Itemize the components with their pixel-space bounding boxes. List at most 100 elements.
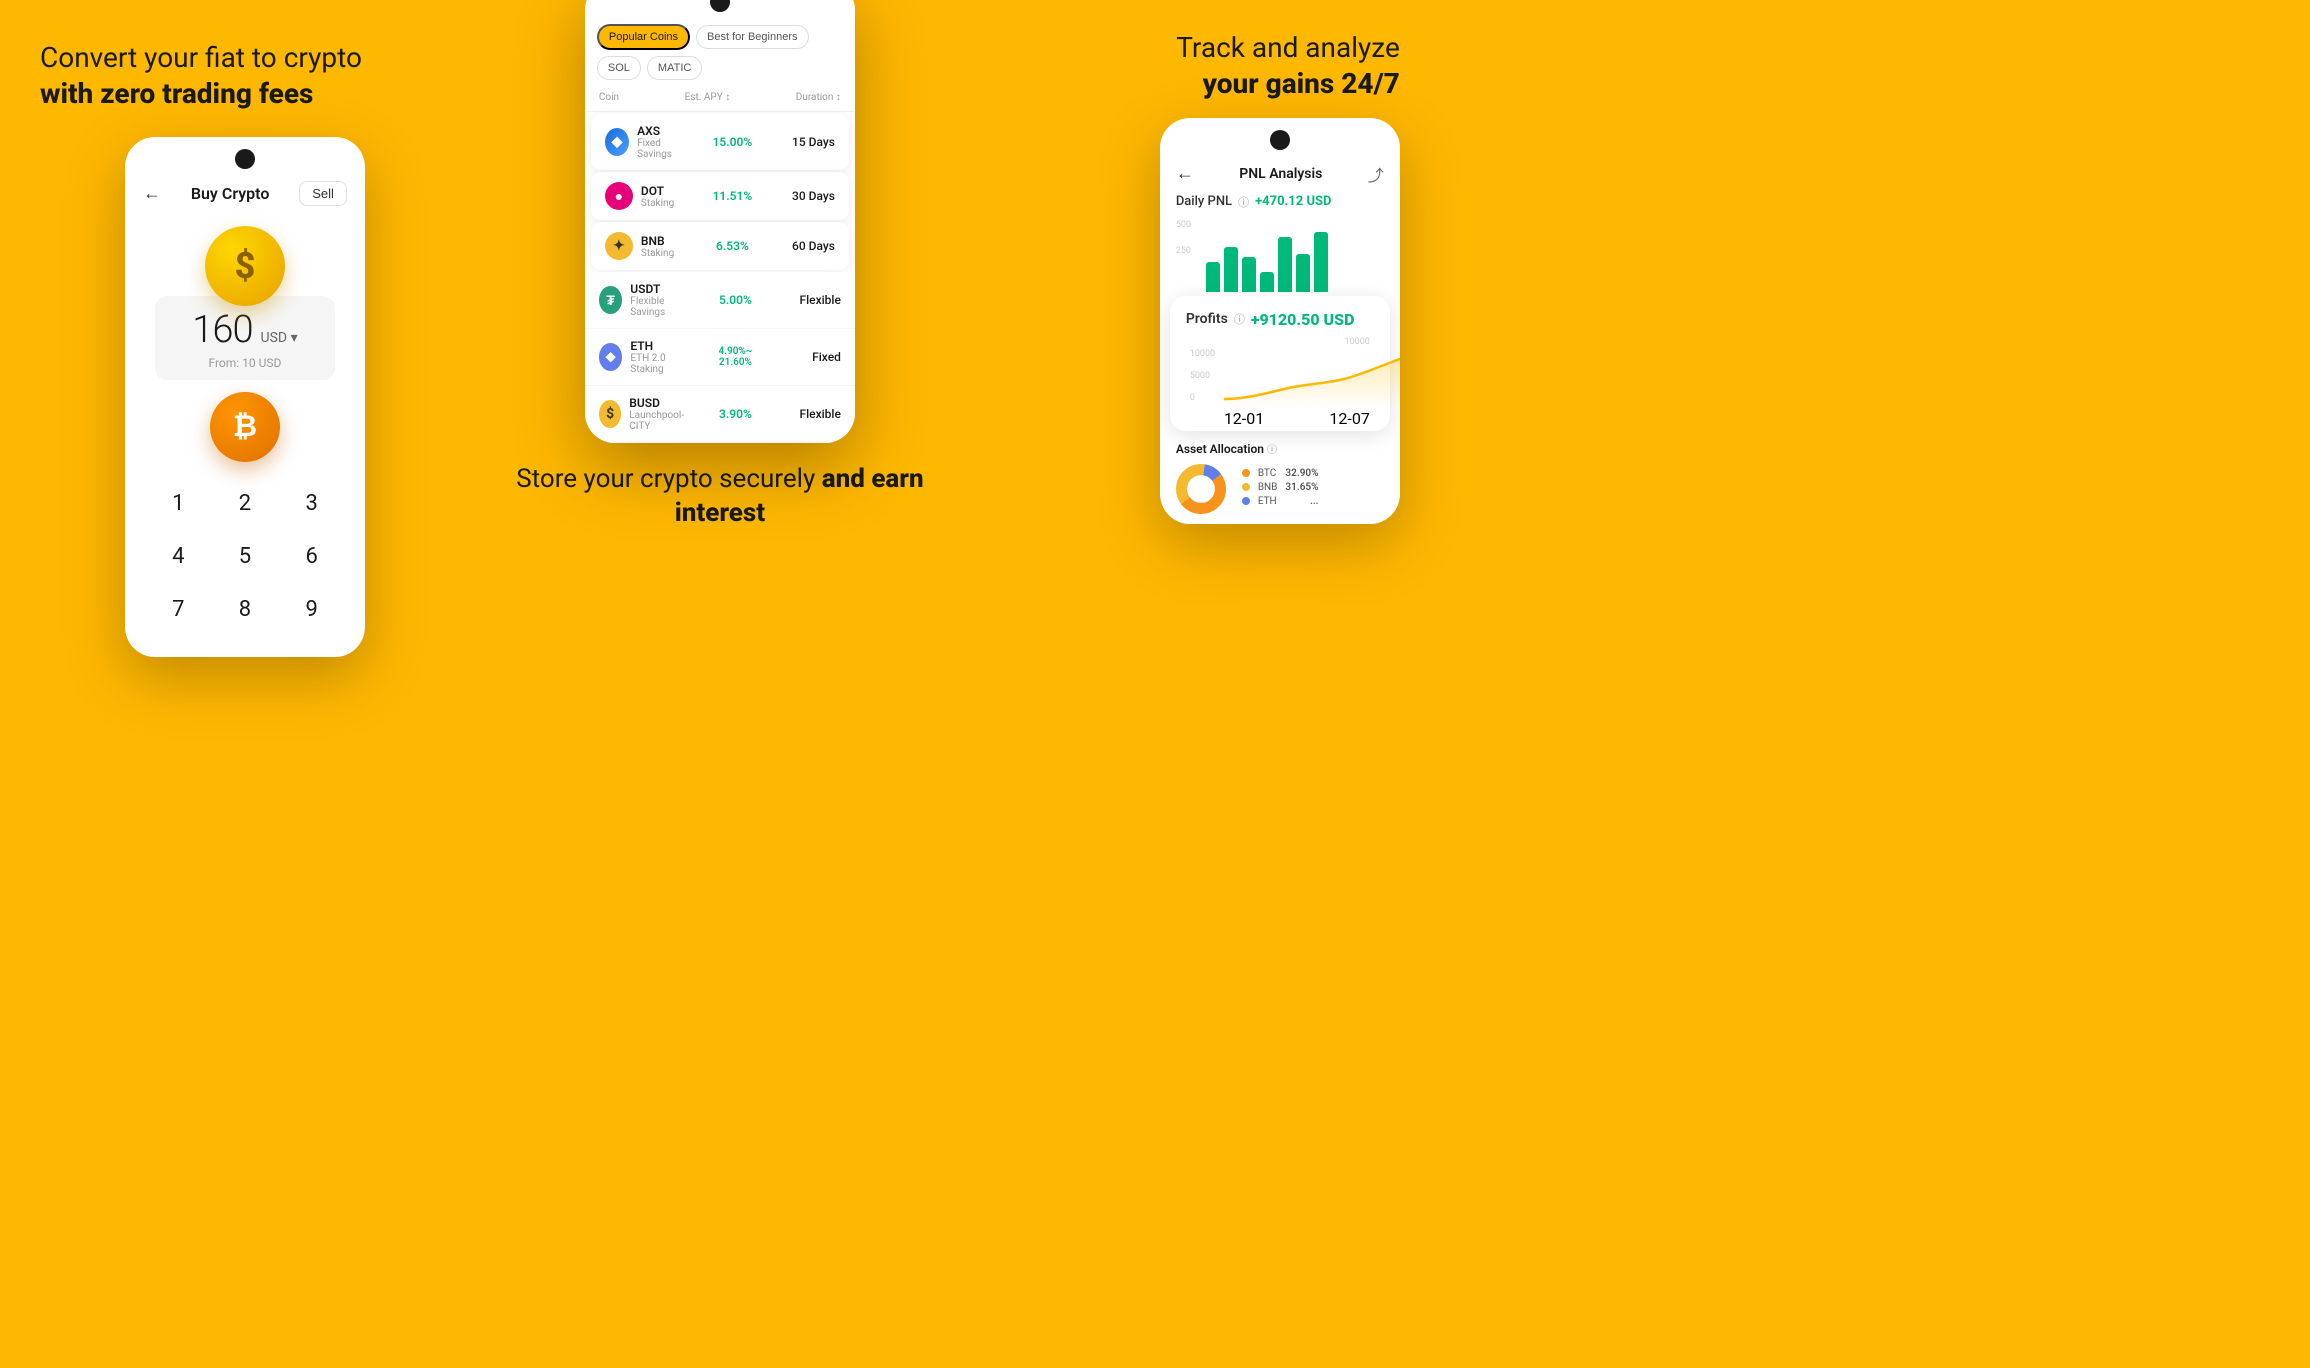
- busd-type: Launchpool-CITY: [629, 410, 690, 432]
- filter-tab-popular[interactable]: Popular Coins: [597, 24, 690, 50]
- right-section: Track and analyze your gains 24/7 ← PNL …: [960, 0, 1440, 855]
- profits-value: +9120.50 USD: [1251, 310, 1355, 329]
- daily-pnl-label: Daily PNL: [1176, 194, 1232, 209]
- key-2[interactable]: 2: [212, 477, 279, 530]
- axs-duration: 15 Days: [775, 135, 835, 149]
- btc-dot: [1242, 469, 1250, 477]
- bar-2: [1224, 247, 1238, 292]
- profits-info-icon: ⓘ: [1234, 311, 1245, 327]
- key-7[interactable]: 7: [145, 583, 212, 636]
- dollar-coin-icon: $: [205, 226, 285, 306]
- phone-notch-right: [1270, 130, 1290, 150]
- bar-4: [1260, 272, 1274, 292]
- x-label-start: 12-01: [1224, 409, 1264, 428]
- share-icon[interactable]: ⤴: [1368, 162, 1384, 186]
- store-headline: Store your crypto securely and earn inte…: [510, 463, 930, 531]
- bnb-icon: ✦: [605, 232, 633, 260]
- sell-button[interactable]: Sell: [299, 181, 347, 206]
- coin-row-busd[interactable]: $ BUSD Launchpool-CITY 3.90% Flexible: [585, 386, 855, 443]
- y-label-10000: 10000: [1345, 337, 1370, 347]
- key-5[interactable]: 5: [212, 530, 279, 583]
- bar-1: [1206, 262, 1220, 292]
- profits-card: Profits ⓘ +9120.50 USD 10000 10000 5000 …: [1170, 296, 1390, 431]
- middle-section: Popular Coins Best for Beginners SOL MAT…: [480, 0, 960, 855]
- x-label-end: 12-07: [1329, 409, 1369, 428]
- key-3[interactable]: 3: [278, 477, 345, 530]
- asset-allocation-title: Asset Allocation ⓘ: [1176, 441, 1384, 456]
- key-1[interactable]: 1: [145, 477, 212, 530]
- key-8[interactable]: 8: [212, 583, 279, 636]
- usdt-type: Flexible Savings: [630, 296, 690, 318]
- bar-chart-area: 500 250: [1160, 216, 1400, 296]
- filter-tab-beginners[interactable]: Best for Beginners: [696, 25, 809, 49]
- info-icon: ⓘ: [1238, 194, 1249, 210]
- filter-tab-sol[interactable]: SOL: [597, 56, 641, 80]
- dot-type: Staking: [641, 198, 674, 209]
- left-section: Convert your fiat to crypto with zero tr…: [0, 0, 480, 855]
- bnb-pct: 31.65%: [1285, 482, 1318, 493]
- amount-currency: USD ▾: [261, 330, 298, 346]
- bnb-label: BNB: [1258, 482, 1278, 493]
- btc-label: BTC: [1258, 468, 1276, 479]
- amount-box: 160 USD ▾ From: 10 USD: [155, 296, 335, 380]
- header-coin: Coin: [599, 92, 619, 103]
- coin-row-bnb[interactable]: ✦ BNB Staking 6.53% 60 Days: [591, 222, 849, 270]
- dot-duration: 30 Days: [775, 189, 835, 203]
- bar-6: [1296, 254, 1310, 292]
- line-chart-area: 10000 10000 5000 0: [1186, 337, 1374, 417]
- usdt-duration: Flexible: [781, 293, 841, 307]
- bitcoin-coin-icon: ₿: [210, 392, 280, 462]
- phone-mockup-left: ← Buy Crypto Sell $ 160 USD ▾ From: [125, 137, 365, 657]
- header-duration: Duration ↕: [796, 92, 841, 103]
- busd-duration: Flexible: [781, 407, 841, 421]
- daily-pnl-value: +470.12 USD: [1255, 194, 1331, 209]
- key-6[interactable]: 6: [278, 530, 345, 583]
- coin-row-dot[interactable]: ● DOT Staking 11.51% 30 Days: [591, 172, 849, 220]
- bnb-duration: 60 Days: [775, 239, 835, 253]
- asset-row-eth: ETH ...: [1242, 496, 1319, 507]
- usdt-name: USDT: [630, 282, 690, 296]
- back-arrow-icon[interactable]: ←: [143, 183, 161, 204]
- bnb-apy: 6.53%: [690, 239, 775, 253]
- back-arrow-right-icon[interactable]: ←: [1176, 163, 1194, 184]
- left-headline: Convert your fiat to crypto with zero tr…: [40, 40, 362, 113]
- busd-icon: $: [599, 400, 621, 428]
- btc-pct: 32.90%: [1285, 468, 1318, 479]
- phone-mockup-middle: Popular Coins Best for Beginners SOL MAT…: [585, 0, 855, 443]
- asset-row-bnb: BNB 31.65%: [1242, 482, 1319, 493]
- asset-allocation-section: Asset Allocation ⓘ BTC: [1160, 431, 1400, 524]
- coin-row-eth[interactable]: ⬥ ETH ETH 2.0 Staking 4.90%~21.60% Fixed: [585, 329, 855, 386]
- coin-row-usdt[interactable]: ₮ USDT Flexible Savings 5.00% Flexible: [585, 272, 855, 329]
- eth-type: ETH 2.0 Staking: [630, 353, 690, 375]
- key-9[interactable]: 9: [278, 583, 345, 636]
- filter-tabs: Popular Coins Best for Beginners SOL MAT…: [585, 0, 855, 88]
- usdt-icon: ₮: [599, 286, 622, 314]
- axs-apy: 15.00%: [690, 135, 775, 149]
- right-headline: Track and analyze your gains 24/7: [1176, 30, 1400, 103]
- dot-icon: ●: [605, 182, 633, 210]
- line-chart-x-labels: 12-01 12-07: [1186, 409, 1374, 428]
- asset-list: BTC 32.90% BNB 31.65%: [1242, 468, 1319, 510]
- bnb-type: Staking: [641, 248, 674, 259]
- key-4[interactable]: 4: [145, 530, 212, 583]
- bar-5: [1278, 237, 1292, 292]
- profits-row: Profits ⓘ +9120.50 USD: [1186, 310, 1374, 329]
- dot-name: DOT: [641, 184, 674, 198]
- eth-name: ETH: [630, 339, 690, 353]
- amount-value: 160: [192, 308, 252, 352]
- busd-apy: 3.90%: [690, 407, 781, 421]
- profits-label: Profits: [1186, 311, 1228, 327]
- coin-row-axs[interactable]: ◆ AXS Fixed Savings 15.00% 15 Days: [591, 114, 849, 170]
- axs-icon: ◆: [605, 128, 629, 156]
- filter-tab-matic[interactable]: MATIC: [647, 56, 702, 80]
- bnb-dot: [1242, 483, 1250, 491]
- middle-bottom-text: Store your crypto securely and earn inte…: [490, 463, 950, 531]
- phone-title-left: Buy Crypto: [191, 184, 270, 203]
- daily-pnl-row: Daily PNL ⓘ +470.12 USD: [1160, 194, 1400, 216]
- usdt-apy: 5.00%: [690, 293, 781, 307]
- eth-duration: Fixed: [781, 350, 841, 364]
- table-header: Coin Est. APY ↕ Duration ↕: [585, 88, 855, 112]
- eth-icon: ⬥: [599, 343, 622, 371]
- busd-name: BUSD: [629, 396, 690, 410]
- bar-7: [1314, 232, 1328, 292]
